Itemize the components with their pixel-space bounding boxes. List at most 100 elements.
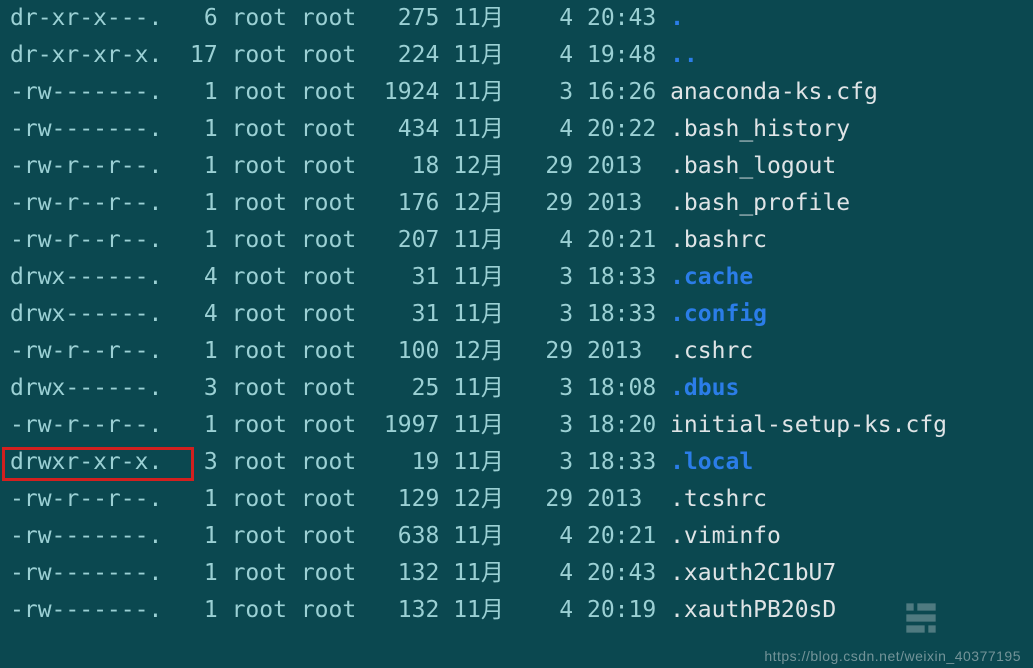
listing-row: -rw-r--r--. 1 root root 1997 11月 3 18:20… (10, 407, 1033, 444)
time: 19:48 (587, 42, 670, 68)
day: 4 (532, 523, 574, 549)
group: root (301, 486, 370, 512)
filename: .viminfo (670, 523, 781, 549)
permissions: -rw-------. (10, 523, 176, 549)
day: 3 (532, 79, 574, 105)
link-count: 4 (176, 301, 218, 327)
group: root (301, 79, 370, 105)
owner: root (232, 190, 301, 216)
month: 11月 (453, 301, 531, 327)
group: root (301, 560, 370, 586)
listing-row: dr-xr-x---. 6 root root 275 11月 4 20:43 … (10, 0, 1033, 37)
size: 1997 (370, 412, 439, 438)
link-count: 6 (176, 5, 218, 31)
day: 3 (532, 375, 574, 401)
permissions: -rw-r--r--. (10, 153, 176, 179)
owner: root (232, 5, 301, 31)
listing-row: -rw-------. 1 root root 638 11月 4 20:21 … (10, 518, 1033, 555)
link-count: 3 (176, 449, 218, 475)
time: 2013 (587, 190, 670, 216)
size: 434 (370, 116, 439, 142)
group: root (301, 301, 370, 327)
day: 3 (532, 264, 574, 290)
link-count: 1 (176, 116, 218, 142)
link-count: 1 (176, 523, 218, 549)
filename: . (670, 5, 684, 31)
group: root (301, 264, 370, 290)
month: 12月 (453, 338, 531, 364)
filename: .xauth2C1bU7 (670, 560, 836, 586)
group: root (301, 190, 370, 216)
month: 12月 (453, 190, 531, 216)
month: 11月 (453, 42, 531, 68)
time: 20:21 (587, 523, 670, 549)
group: root (301, 42, 370, 68)
owner: root (232, 412, 301, 438)
group: root (301, 523, 370, 549)
permissions: drwx------. (10, 375, 176, 401)
filename: .bash_logout (670, 153, 836, 179)
filename: .tcshrc (670, 486, 767, 512)
owner: root (232, 523, 301, 549)
link-count: 3 (176, 375, 218, 401)
link-count: 1 (176, 412, 218, 438)
listing-row: -rw-------. 1 root root 434 11月 4 20:22 … (10, 111, 1033, 148)
size: 275 (370, 5, 439, 31)
day: 29 (532, 153, 574, 179)
permissions: drwx------. (10, 264, 176, 290)
terminal-output: dr-xr-x---. 6 root root 275 11月 4 20:43 … (0, 0, 1033, 629)
time: 18:33 (587, 301, 670, 327)
link-count: 1 (176, 486, 218, 512)
month: 11月 (453, 5, 531, 31)
permissions: -rw-r--r--. (10, 227, 176, 253)
size: 31 (370, 301, 439, 327)
filename: .cache (670, 264, 753, 290)
size: 132 (370, 560, 439, 586)
month: 11月 (453, 560, 531, 586)
owner: root (232, 264, 301, 290)
time: 20:21 (587, 227, 670, 253)
size: 100 (370, 338, 439, 364)
size: 224 (370, 42, 439, 68)
month: 11月 (453, 412, 531, 438)
filename: anaconda-ks.cfg (670, 79, 878, 105)
watermark-logo-icon (899, 596, 943, 640)
permissions: -rw-r--r--. (10, 486, 176, 512)
day: 4 (532, 42, 574, 68)
size: 25 (370, 375, 439, 401)
listing-row: drwx------. 3 root root 25 11月 3 18:08 .… (10, 370, 1033, 407)
time: 2013 (587, 338, 670, 364)
group: root (301, 338, 370, 364)
owner: root (232, 449, 301, 475)
permissions: -rw-------. (10, 116, 176, 142)
day: 3 (532, 412, 574, 438)
owner: root (232, 375, 301, 401)
day: 3 (532, 449, 574, 475)
link-count: 1 (176, 338, 218, 364)
permissions: -rw-------. (10, 560, 176, 586)
owner: root (232, 301, 301, 327)
time: 20:19 (587, 597, 670, 623)
listing-row: dr-xr-xr-x. 17 root root 224 11月 4 19:48… (10, 37, 1033, 74)
filename: .bash_history (670, 116, 850, 142)
month: 11月 (453, 523, 531, 549)
size: 1924 (370, 79, 439, 105)
group: root (301, 412, 370, 438)
group: root (301, 597, 370, 623)
time: 2013 (587, 486, 670, 512)
filename: .. (670, 42, 698, 68)
time: 20:22 (587, 116, 670, 142)
permissions: -rw-r--r--. (10, 338, 176, 364)
link-count: 1 (176, 227, 218, 253)
group: root (301, 153, 370, 179)
time: 18:20 (587, 412, 670, 438)
link-count: 4 (176, 264, 218, 290)
filename: .bash_profile (670, 190, 850, 216)
size: 129 (370, 486, 439, 512)
day: 4 (532, 227, 574, 253)
link-count: 1 (176, 560, 218, 586)
filename: .config (670, 301, 767, 327)
link-count: 17 (176, 42, 218, 68)
time: 2013 (587, 153, 670, 179)
day: 29 (532, 338, 574, 364)
